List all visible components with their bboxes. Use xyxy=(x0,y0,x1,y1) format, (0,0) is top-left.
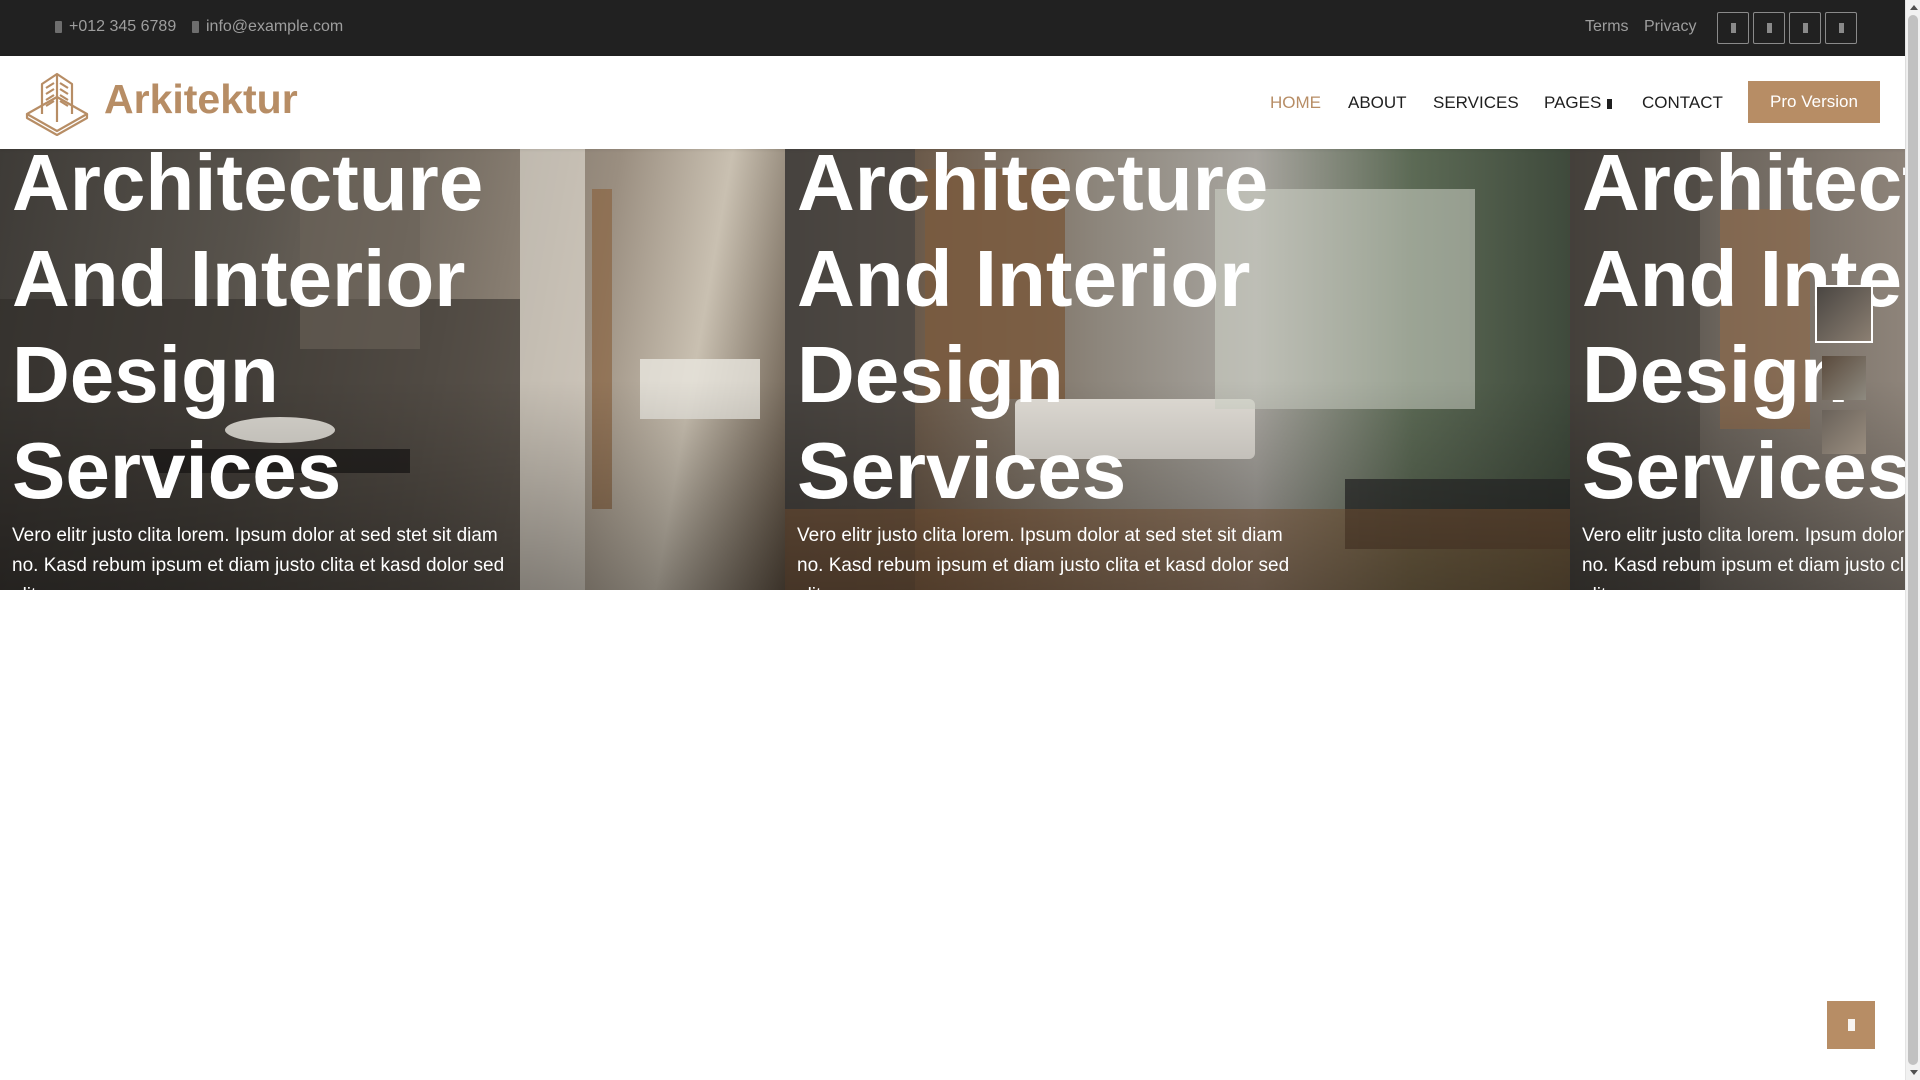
phone-icon xyxy=(55,21,62,33)
nav-about[interactable]: ABOUT xyxy=(1348,93,1407,113)
hero-slide-1: Architecture And Interior Design Service… xyxy=(0,149,785,590)
twitter-icon[interactable] xyxy=(1753,12,1785,44)
main-navbar: Arkitektur HOME ABOUT SERVICES PAGES CON… xyxy=(0,56,1905,149)
nav-pages-label: PAGES xyxy=(1544,93,1602,112)
carousel-thumbnail-1[interactable] xyxy=(1815,285,1873,343)
envelope-icon xyxy=(192,21,199,33)
top-bar: +012 345 6789 info@example.com Terms Pri… xyxy=(0,0,1905,56)
email-address: info@example.com xyxy=(206,18,344,35)
hero-slide-2: Architecture And Interior Design Service… xyxy=(785,149,1570,590)
hero-description: Vero elitr justo clita lorem. Ipsum dolo… xyxy=(1582,525,1905,590)
chevron-down-icon xyxy=(1607,99,1613,109)
hero-description: Vero elitr justo clita lorem. Ipsum dolo… xyxy=(797,525,1290,590)
nav-contact[interactable]: CONTACT xyxy=(1642,93,1723,113)
page: +012 345 6789 info@example.com Terms Pri… xyxy=(0,0,1920,1080)
building-logo-icon[interactable] xyxy=(24,70,90,136)
carousel-thumbnail-3[interactable] xyxy=(1822,410,1866,454)
phone-contact: +012 345 6789 xyxy=(55,18,176,36)
terms-link[interactable]: Terms xyxy=(1585,18,1629,36)
scroll-down-icon[interactable] xyxy=(1910,1070,1918,1075)
hero-title: Architecture And Interior Design Service… xyxy=(12,149,484,515)
scroll-up-icon[interactable] xyxy=(1910,5,1918,10)
scroll-thumb[interactable] xyxy=(1908,15,1918,1065)
nav-pages[interactable]: PAGES xyxy=(1544,93,1613,113)
pro-version-button[interactable]: Pro Version xyxy=(1748,81,1880,123)
page-scrollbar[interactable] xyxy=(1905,0,1920,1080)
carousel-thumbnail-2[interactable] xyxy=(1822,356,1866,400)
hero-description: Vero elitr justo clita lorem. Ipsum dolo… xyxy=(12,525,505,590)
hero-title: Architecture And Interior Design Service… xyxy=(797,149,1269,515)
nav-services[interactable]: SERVICES xyxy=(1433,93,1519,113)
privacy-link[interactable]: Privacy xyxy=(1644,18,1696,36)
nav-home[interactable]: HOME xyxy=(1270,93,1321,113)
email-contact: info@example.com xyxy=(192,18,343,36)
back-to-top-button[interactable] xyxy=(1827,1001,1875,1049)
phone-number: +012 345 6789 xyxy=(69,18,177,35)
linkedin-icon[interactable] xyxy=(1789,12,1821,44)
hero-carousel[interactable]: Architecture And Interior Design Service… xyxy=(0,149,1905,590)
facebook-icon[interactable] xyxy=(1717,12,1749,44)
brand-name[interactable]: Arkitektur xyxy=(104,76,298,123)
instagram-icon[interactable] xyxy=(1825,12,1857,44)
arrow-up-icon xyxy=(1847,1019,1855,1031)
